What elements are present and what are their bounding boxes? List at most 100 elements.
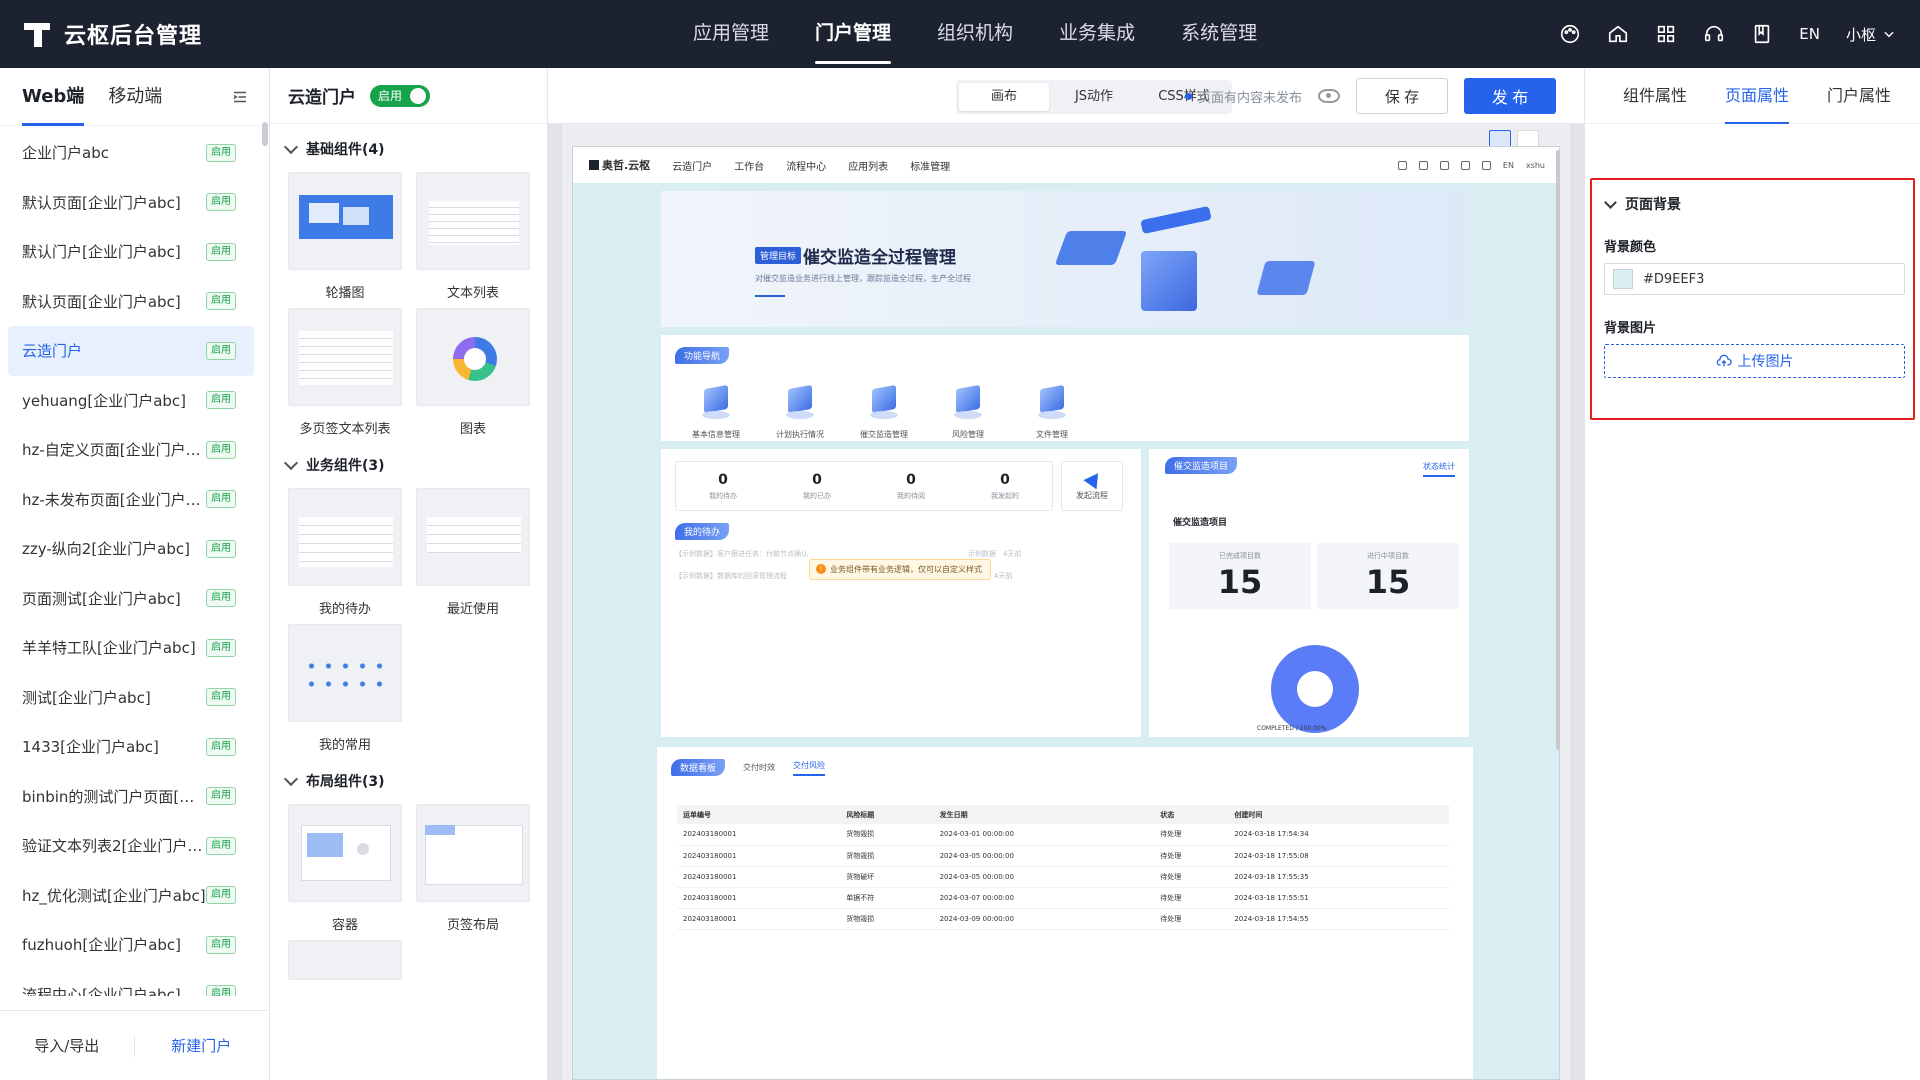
palette-icon[interactable] bbox=[1559, 23, 1581, 45]
search-icon[interactable] bbox=[1397, 160, 1407, 170]
monitor-icon[interactable] bbox=[1418, 160, 1428, 170]
user-menu[interactable]: 小枢 bbox=[1846, 24, 1896, 45]
import-export-button[interactable]: 导入/导出 bbox=[0, 1035, 134, 1056]
preview-eye-icon[interactable] bbox=[1318, 89, 1340, 103]
mode-js-actions[interactable]: JS动作 bbox=[1049, 83, 1139, 111]
func-supervision[interactable]: 催交监造管理 bbox=[859, 383, 909, 440]
banner-indicator[interactable] bbox=[755, 295, 785, 297]
tab-component-properties[interactable]: 组件属性 bbox=[1623, 68, 1687, 124]
book-icon[interactable] bbox=[1481, 160, 1491, 170]
component-my-todo[interactable]: 我的待办 bbox=[288, 488, 402, 617]
preview-nav-standards[interactable]: 标准管理 bbox=[910, 158, 950, 173]
table-row[interactable]: 202403180001 货物毁损 2024-03-05 00:00:00 待处理 20… bbox=[677, 845, 1449, 867]
stat-my-initiated[interactable]: 0 我发起的 bbox=[958, 462, 1052, 510]
component-tabbed-text-list[interactable]: 多页签文本列表 bbox=[288, 308, 402, 437]
list-item[interactable]: 页面测试[企业门户abc] 启用 bbox=[8, 574, 254, 624]
func-risk[interactable]: 风险管理 bbox=[943, 383, 993, 440]
list-item[interactable]: 默认门户[企业门户abc] 启用 bbox=[8, 227, 254, 277]
language-switch[interactable]: EN bbox=[1799, 25, 1820, 43]
nav-app-management[interactable]: 应用管理 bbox=[670, 0, 792, 68]
banner[interactable]: 管理目标 催交监造全过程管理 对催交监造业务进行线上管理，跟踪监造全过程，生产全… bbox=[661, 191, 1469, 327]
column-header[interactable]: 运单编号 bbox=[677, 805, 841, 824]
tab-web[interactable]: Web端 bbox=[22, 68, 85, 126]
collapse-right-handle[interactable] bbox=[1570, 124, 1584, 1080]
preview-nav-apps[interactable]: 应用列表 bbox=[848, 158, 888, 173]
group-layout[interactable]: 布局组件(3) bbox=[270, 766, 547, 796]
func-basic-info[interactable]: 基本信息管理 bbox=[691, 383, 741, 440]
table-row[interactable]: 202403180001 单据不符 2024-03-07 00:00:00 待处理 20… bbox=[677, 887, 1449, 909]
list-item[interactable]: hz-未发布页面[企业门户ab... 启用 bbox=[8, 475, 254, 525]
list-item[interactable]: 默认页面[企业门户abc] 启用 bbox=[8, 277, 254, 327]
mode-canvas[interactable]: 画布 bbox=[959, 83, 1049, 111]
list-item[interactable]: fuzhuoh[企业门户abc] 启用 bbox=[8, 920, 254, 970]
list-item-selected[interactable]: 云造门户 启用 bbox=[8, 326, 254, 376]
list-item[interactable]: 1433[企业门户abc] 启用 bbox=[8, 722, 254, 772]
brand[interactable]: 云枢后台管理 bbox=[24, 0, 202, 68]
func-plan-execution[interactable]: 计划执行情况 bbox=[775, 383, 825, 440]
table-row[interactable]: 202403180001 货物毁损 2024-03-01 00:00:00 待处理 20… bbox=[677, 824, 1449, 846]
bg-color-input[interactable]: #D9EEF3 bbox=[1604, 263, 1905, 295]
save-button[interactable]: 保 存 bbox=[1356, 78, 1448, 114]
collapse-left-handle[interactable] bbox=[548, 124, 562, 1080]
preview-nav-portal[interactable]: 云造门户 bbox=[672, 158, 712, 173]
list-item[interactable]: hz_优化测试[企业门户abc] 启用 bbox=[8, 871, 254, 921]
tab-mobile[interactable]: 移动端 bbox=[108, 68, 162, 126]
tab-status-stats[interactable]: 状态统计 bbox=[1423, 461, 1455, 477]
list-item[interactable]: binbin的测试门户页面[企... 启用 bbox=[8, 772, 254, 822]
stat-my-to-read[interactable]: 0 我的待阅 bbox=[864, 462, 958, 510]
preview-lang[interactable]: EN bbox=[1503, 161, 1514, 170]
bell-icon[interactable] bbox=[1439, 160, 1449, 170]
list-item[interactable]: 流程中心[企业门户abc] 启用 bbox=[8, 970, 254, 996]
list-scrollbar[interactable] bbox=[262, 122, 268, 146]
list-item[interactable]: 测试[企业门户abc] 启用 bbox=[8, 673, 254, 723]
component-favorites[interactable]: 我的常用 bbox=[288, 624, 402, 753]
nav-business-integration[interactable]: 业务集成 bbox=[1036, 0, 1158, 68]
collapse-menu-icon[interactable] bbox=[231, 88, 249, 106]
preview-nav-workbench[interactable]: 工作台 bbox=[734, 158, 764, 173]
upload-image-button[interactable]: 上传图片 bbox=[1604, 344, 1905, 378]
new-portal-button[interactable]: 新建门户 bbox=[135, 1035, 269, 1056]
nav-portal-management[interactable]: 门户管理 bbox=[792, 0, 914, 68]
component-more[interactable] bbox=[288, 940, 402, 980]
stat-my-todo[interactable]: 0 我的待办 bbox=[676, 462, 770, 510]
section-header[interactable]: 页面背景 bbox=[1592, 180, 1913, 214]
func-files[interactable]: 文件管理 bbox=[1027, 383, 1077, 440]
canvas-scrollbar[interactable] bbox=[1556, 150, 1560, 750]
headset-icon[interactable] bbox=[1460, 160, 1470, 170]
home-icon[interactable] bbox=[1607, 23, 1629, 45]
group-basic[interactable]: 基础组件(4) bbox=[270, 134, 547, 164]
headset-icon[interactable] bbox=[1703, 23, 1725, 45]
tab-portal-properties[interactable]: 门户属性 bbox=[1827, 68, 1891, 124]
grid-apps-icon[interactable] bbox=[1655, 23, 1677, 45]
list-item[interactable]: 企业门户abc 启用 bbox=[8, 128, 254, 178]
stat-my-done[interactable]: 0 我的已办 bbox=[770, 462, 864, 510]
launch-process-button[interactable]: 发起流程 bbox=[1061, 461, 1123, 511]
component-recent[interactable]: 最近使用 bbox=[416, 488, 530, 617]
nav-organization[interactable]: 组织机构 bbox=[914, 0, 1036, 68]
column-header[interactable]: 风险标题 bbox=[840, 805, 934, 824]
page-preview[interactable]: 奥哲.云枢 云造门户 工作台 流程中心 应用列表 标准管理 EN xshu 管理… bbox=[572, 146, 1560, 1080]
component-tab-layout[interactable]: 页签布局 bbox=[416, 804, 530, 933]
nav-system-management[interactable]: 系统管理 bbox=[1158, 0, 1280, 68]
preview-user[interactable]: xshu bbox=[1526, 161, 1545, 170]
component-container[interactable]: 容器 bbox=[288, 804, 402, 933]
completion-donut-chart[interactable] bbox=[1271, 645, 1359, 733]
component-carousel[interactable]: 轮播图 bbox=[288, 172, 402, 301]
preview-nav-process[interactable]: 流程中心 bbox=[786, 158, 826, 173]
publish-button[interactable]: 发 布 bbox=[1464, 78, 1556, 114]
column-header[interactable]: 创建时间 bbox=[1228, 805, 1449, 824]
table-row[interactable]: 202403180001 货物毁损 2024-03-09 00:00:00 待处理 20… bbox=[677, 908, 1449, 930]
list-item[interactable]: 默认页面[企业门户abc] 启用 bbox=[8, 178, 254, 228]
list-item[interactable]: yehuang[企业门户abc] 启用 bbox=[8, 376, 254, 426]
table-row[interactable]: 202403180001 货物破坏 2024-03-05 00:00:00 待处理 20… bbox=[677, 866, 1449, 888]
tab-delivery-risk[interactable]: 交付风险 bbox=[793, 760, 826, 776]
tab-page-properties[interactable]: 页面属性 bbox=[1725, 68, 1790, 124]
group-business[interactable]: 业务组件(3) bbox=[270, 450, 547, 480]
column-header[interactable]: 发生日期 bbox=[933, 805, 1155, 824]
enable-toggle[interactable]: 启用 bbox=[370, 84, 431, 107]
column-header[interactable]: 状态 bbox=[1154, 805, 1229, 824]
list-item[interactable]: 验证文本列表2[企业门户a... 启用 bbox=[8, 821, 254, 871]
component-chart[interactable]: 图表 bbox=[416, 308, 530, 437]
component-text-list[interactable]: 文本列表 bbox=[416, 172, 530, 301]
todo-row[interactable]: 【示例数据】客户跟进任务：付款节点确认 示例数据 4天前 bbox=[675, 549, 1021, 559]
